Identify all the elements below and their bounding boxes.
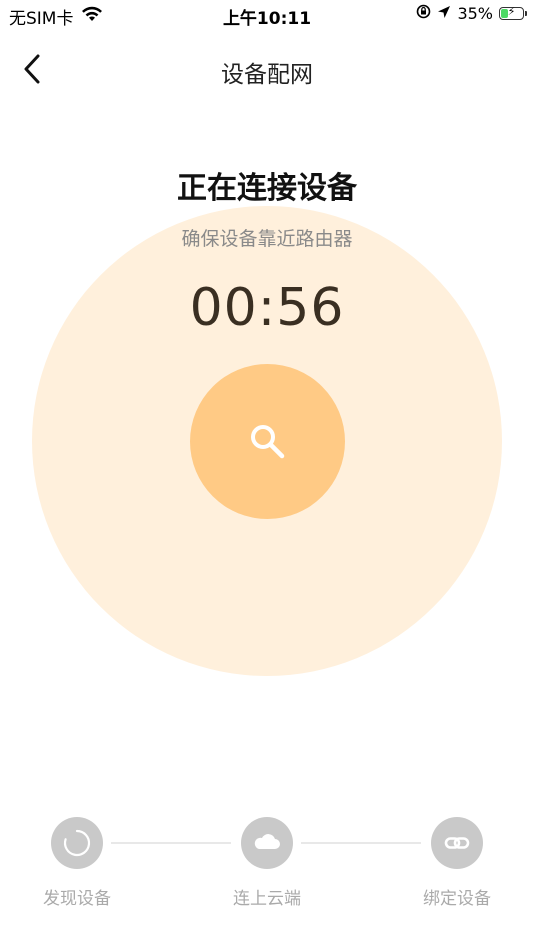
orientation-lock-icon: [416, 4, 431, 23]
step-label-cloud: 连上云端: [233, 889, 301, 909]
status-right: 35% ⚡: [416, 4, 527, 23]
battery-icon: ⚡: [499, 5, 527, 20]
search-icon: [251, 425, 285, 459]
step-cloud-icon: [241, 817, 293, 869]
connecting-headline: 正在连接设备: [177, 171, 357, 206]
charging-bolt-icon: ⚡: [507, 5, 516, 18]
step-bind-icon: [431, 817, 483, 869]
link-icon: [444, 837, 470, 849]
cloud-icon: [254, 834, 280, 849]
nav-bar: 设备配网: [0, 40, 534, 100]
step-discover-icon: [51, 817, 103, 869]
step-label-discover: 发现设备: [43, 889, 111, 909]
loading-ring-icon: [63, 829, 91, 857]
step-label-bind: 绑定设备: [423, 889, 491, 909]
page-title: 设备配网: [221, 62, 313, 88]
battery-percent: 35%: [457, 4, 493, 23]
connecting-hint: 确保设备靠近路由器: [181, 228, 353, 250]
search-button[interactable]: [190, 364, 345, 519]
location-arrow-icon: [437, 4, 451, 23]
step-connector-1: [111, 842, 231, 844]
step-connector-2: [301, 842, 421, 844]
countdown-timer: 00:56: [189, 278, 345, 338]
status-bar: 无SIM卡 上午10:11 35% ⚡: [0, 0, 534, 30]
